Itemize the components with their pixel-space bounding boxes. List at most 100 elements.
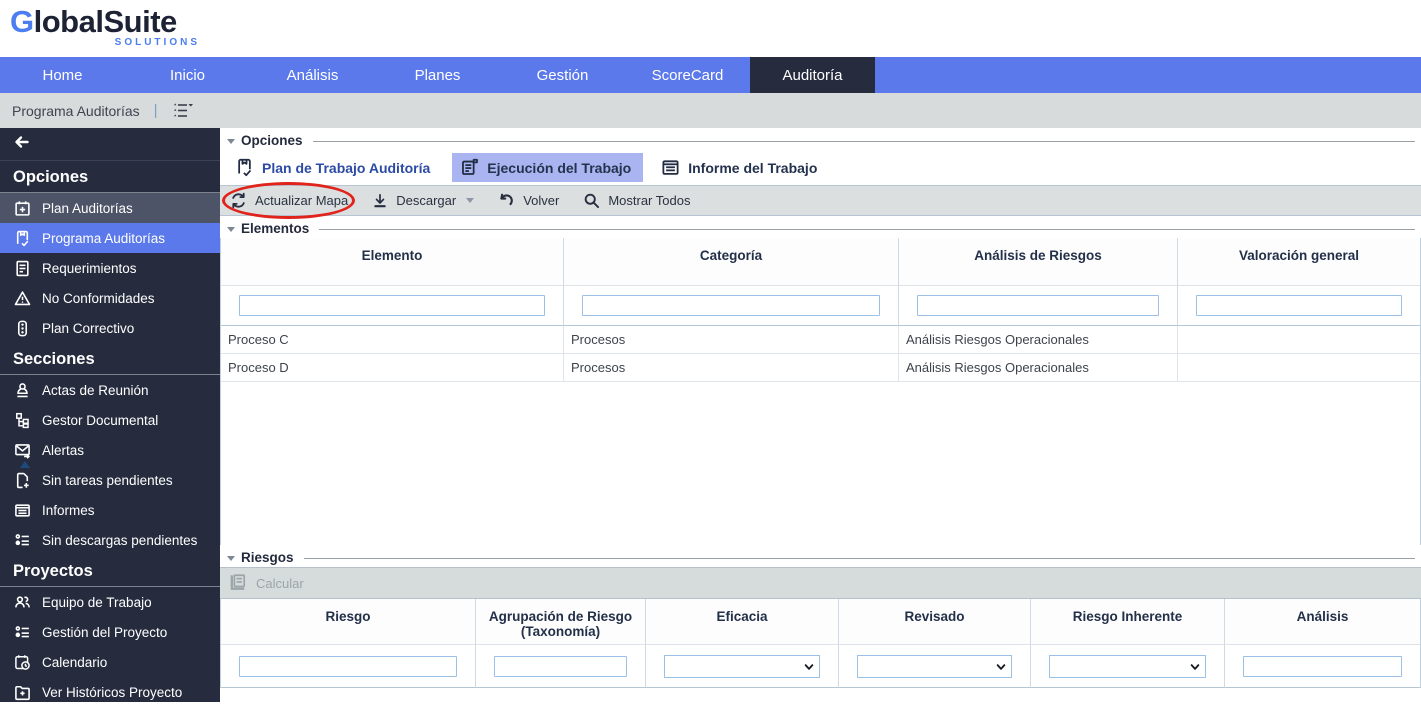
opciones-section-header[interactable]: Opciones (220, 128, 1421, 150)
sidebar-item-calendario[interactable]: Calendario (0, 647, 220, 677)
riesgos-section-header[interactable]: Riesgos (220, 545, 1421, 567)
sidebar-item-label: No Conformidades (42, 291, 155, 306)
calcular-button[interactable]: Calcular (229, 573, 304, 594)
nav-item-scorecard[interactable]: ScoreCard (625, 57, 750, 93)
filter-select-riesgo-inherente[interactable] (1049, 655, 1206, 678)
toolbar-button-label: Volver (523, 193, 559, 208)
section-title: Opciones (241, 133, 303, 148)
sidebar-item-equipo-de-trabajo[interactable]: Equipo de Trabajo (0, 587, 220, 617)
elementos-header-row: Elemento Categoría Análisis de Riesgos V… (221, 238, 1420, 286)
logo-subtitle: SOLUTIONS (10, 38, 200, 48)
tab-plan-de-trabajo-auditoria[interactable]: Plan de Trabajo Auditoría (227, 153, 442, 182)
nav-item-auditoria[interactable]: Auditoría (750, 57, 875, 93)
actualizar-mapa-button[interactable]: Actualizar Mapa (230, 192, 348, 209)
sidebar-item-gestor-documental[interactable]: Gestor Documental (0, 405, 220, 435)
cell-elemento[interactable]: Proceso C (221, 326, 564, 354)
column-header-agrupacion[interactable]: Agrupación de Riesgo (Taxonomía) (476, 599, 646, 645)
sidebar: Opciones Plan Auditorías Programa Audito… (0, 128, 220, 702)
table-row[interactable]: Proceso C Procesos Análisis Riesgos Oper… (221, 326, 1420, 354)
sidebar-item-requerimientos[interactable]: Requerimientos (0, 253, 220, 283)
tab-label: Plan de Trabajo Auditoría (262, 160, 430, 176)
sidebar-item-sin-descargas-pendientes[interactable]: Sin descargas pendientes (0, 525, 220, 555)
logo-rest: lobalSuite (34, 4, 177, 39)
sidebar-item-programa-auditorias[interactable]: Programa Auditorías (0, 223, 220, 253)
table-row[interactable]: Proceso D Procesos Análisis Riesgos Oper… (221, 354, 1420, 382)
column-header-categoria[interactable]: Categoría (564, 238, 899, 286)
cell-analisis[interactable]: Análisis Riesgos Operacionales (899, 354, 1178, 382)
filter-input-agrupacion[interactable] (494, 656, 627, 677)
sidebar-item-informes[interactable]: Informes (0, 495, 220, 525)
breadcrumb-separator: | (154, 102, 158, 119)
section-title: Riesgos (241, 550, 294, 565)
search-icon (583, 192, 600, 209)
volver-button[interactable]: Volver (498, 192, 559, 209)
undo-icon (498, 192, 515, 209)
cell-valoracion[interactable] (1178, 354, 1420, 382)
cell-elemento[interactable]: Proceso D (221, 354, 564, 382)
sidebar-item-label: Requerimientos (42, 261, 137, 276)
sidebar-item-gestion-del-proyecto[interactable]: Gestión del Proyecto (0, 617, 220, 647)
cell-categoria[interactable]: Procesos (564, 326, 899, 354)
sidebar-collapse-button[interactable] (0, 128, 220, 161)
filter-select-eficacia[interactable] (664, 655, 820, 678)
cell-valoracion[interactable] (1178, 326, 1420, 354)
toolbar-button-label: Descargar (396, 193, 456, 208)
sidebar-item-no-conformidades[interactable]: No Conformidades (0, 283, 220, 313)
list-menu-icon[interactable] (172, 102, 194, 120)
column-header-riesgo-inherente[interactable]: Riesgo Inherente (1031, 599, 1225, 645)
breadcrumb: Programa Auditorías (12, 103, 140, 119)
sidebar-item-plan-correctivo[interactable]: Plan Correctivo (0, 313, 220, 343)
column-header-eficacia[interactable]: Eficacia (646, 599, 839, 645)
riesgos-table: Riesgo Agrupación de Riesgo (Taxonomía) … (220, 599, 1421, 688)
mostrar-todos-button[interactable]: Mostrar Todos (583, 192, 690, 209)
filter-input-analisis[interactable] (1243, 656, 1402, 677)
column-header-valoracion-general[interactable]: Valoración general (1178, 238, 1420, 286)
sidebar-item-actas-de-reunion[interactable]: Actas de Reunión (0, 375, 220, 405)
dropdown-caret-icon[interactable] (466, 198, 474, 203)
cell-analisis[interactable]: Análisis Riesgos Operacionales (899, 326, 1178, 354)
sidebar-section-opciones: Opciones (0, 161, 220, 193)
filter-input-elemento[interactable] (239, 295, 545, 316)
filter-input-categoria[interactable] (582, 295, 880, 316)
list-bullets-icon (13, 531, 31, 549)
column-header-analisis[interactable]: Análisis (1225, 599, 1420, 645)
nav-item-gestion[interactable]: Gestión (500, 57, 625, 93)
sidebar-item-label: Plan Auditorías (42, 201, 133, 216)
sidebar-item-label: Plan Correctivo (42, 321, 134, 336)
column-header-elemento[interactable]: Elemento (221, 238, 564, 286)
nav-item-planes[interactable]: Planes (375, 57, 500, 93)
filter-input-riesgo[interactable] (239, 656, 457, 677)
descargar-button[interactable]: Descargar (372, 193, 474, 209)
sidebar-item-label: Informes (42, 503, 95, 518)
sidebar-item-label: Calendario (42, 655, 107, 670)
filter-input-analisis-de-riesgos[interactable] (917, 295, 1159, 316)
sidebar-item-sin-tareas-pendientes[interactable]: Sin tareas pendientes (0, 465, 220, 495)
filter-input-valoracion-general[interactable] (1196, 295, 1402, 316)
nav-item-inicio[interactable]: Inicio (125, 57, 250, 93)
document-flag-icon (460, 158, 479, 177)
tab-informe-del-trabajo[interactable]: Informe del Trabajo (653, 153, 829, 182)
book-check-icon (13, 229, 31, 247)
chevron-down-icon (803, 661, 815, 673)
folder-lines-icon (13, 501, 31, 519)
column-header-analisis-de-riesgos[interactable]: Análisis de Riesgos (899, 238, 1178, 286)
sidebar-item-label: Sin descargas pendientes (42, 533, 197, 548)
folder-plus-icon (13, 683, 31, 701)
nav-item-home[interactable]: Home (0, 57, 125, 93)
column-header-riesgo[interactable]: Riesgo (221, 599, 476, 645)
sidebar-item-plan-auditorias[interactable]: Plan Auditorías (0, 193, 220, 223)
elementos-section-header[interactable]: Elementos (220, 216, 1421, 238)
column-header-revisado[interactable]: Revisado (839, 599, 1031, 645)
cell-categoria[interactable]: Procesos (564, 354, 899, 382)
main-nav: Home Inicio Análisis Planes Gestión Scor… (0, 57, 1421, 93)
section-divider (304, 558, 1415, 559)
refresh-icon (230, 192, 247, 209)
toolbar-button-label: Actualizar Mapa (255, 193, 348, 208)
filter-select-revisado[interactable] (857, 655, 1012, 678)
nav-item-analisis[interactable]: Análisis (250, 57, 375, 93)
tab-ejecucion-del-trabajo[interactable]: Ejecución del Trabajo (452, 153, 643, 182)
list-bullets-icon (13, 623, 31, 641)
sidebar-item-label: Ver Históricos Proyecto (42, 685, 182, 700)
sidebar-item-ver-historicos-proyecto[interactable]: Ver Históricos Proyecto (0, 677, 220, 707)
sidebar-item-alertas[interactable]: Alertas (0, 435, 220, 465)
